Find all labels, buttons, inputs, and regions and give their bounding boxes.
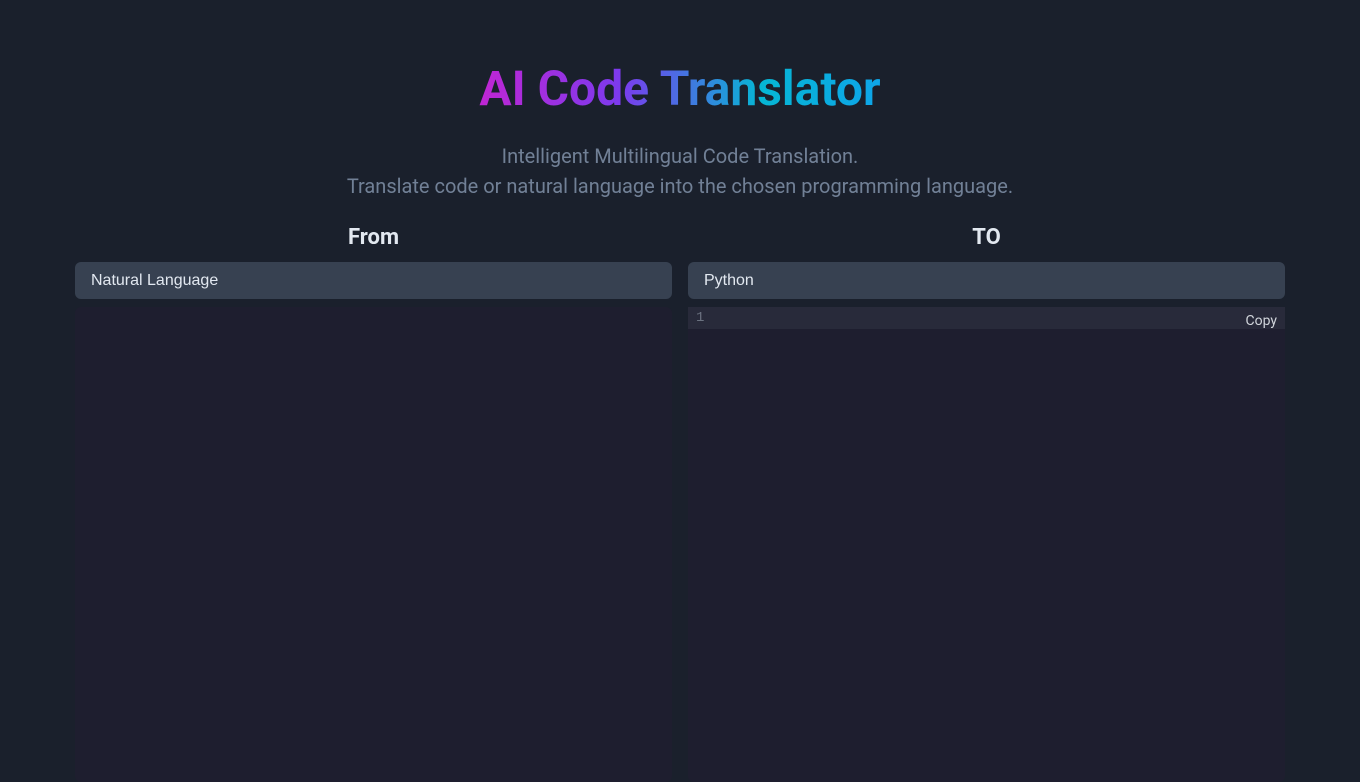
- from-language-selector[interactable]: Natural Language: [75, 262, 672, 299]
- subtitle-line-1: Intelligent Multilingual Code Translatio…: [347, 141, 1013, 171]
- code-line-highlight: 1: [688, 307, 1285, 329]
- to-language-selector[interactable]: Python: [688, 262, 1285, 299]
- from-label: From: [75, 225, 672, 250]
- from-input[interactable]: [83, 315, 664, 774]
- from-panel: From Natural Language: [75, 225, 672, 782]
- page-subtitle: Intelligent Multilingual Code Translatio…: [347, 141, 1013, 201]
- to-label: TO: [688, 225, 1285, 250]
- line-number: 1: [696, 310, 712, 326]
- subtitle-line-2: Translate code or natural language into …: [347, 171, 1013, 201]
- from-editor: [75, 307, 672, 782]
- to-editor: 1 Copy: [688, 307, 1285, 782]
- page-title: AI Code Translator: [479, 60, 880, 117]
- to-panel: TO Python 1 Copy: [688, 225, 1285, 782]
- copy-button[interactable]: Copy: [1245, 313, 1277, 329]
